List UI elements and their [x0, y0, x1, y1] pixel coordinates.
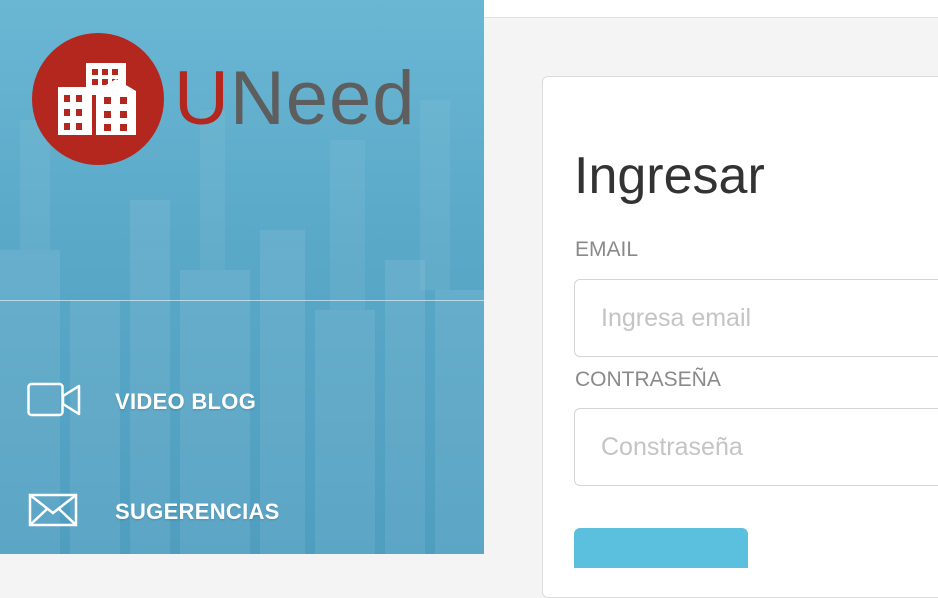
brand-name-first: U [174, 56, 230, 141]
password-label: CONTRASEÑA [575, 368, 721, 391]
video-camera-icon [27, 382, 83, 423]
login-submit-button[interactable] [574, 528, 748, 568]
building-logo-icon [32, 33, 164, 165]
sidebar-item-label: VIDEO BLOG [115, 389, 257, 414]
top-bar [484, 0, 938, 18]
email-field[interactable] [574, 279, 938, 357]
sidebar-item-label: SUGERENCIAS [115, 499, 280, 524]
brand-logo[interactable]: UNeed [32, 33, 416, 165]
sidebar-item-sugerencias[interactable]: SUGERENCIAS [0, 482, 484, 542]
email-label: EMAIL [575, 238, 639, 261]
sidebar-item-video-blog[interactable]: VIDEO BLOG [0, 372, 484, 432]
brand-name-rest: Need [229, 56, 416, 141]
sidebar-divider [0, 300, 484, 301]
brand-name: UNeed [174, 61, 416, 137]
envelope-icon [27, 492, 79, 533]
login-title: Ingresar [574, 147, 765, 205]
sidebar: UNeed VIDEO BLOG SUGERENCIAS [0, 0, 484, 554]
password-field[interactable] [574, 408, 938, 486]
